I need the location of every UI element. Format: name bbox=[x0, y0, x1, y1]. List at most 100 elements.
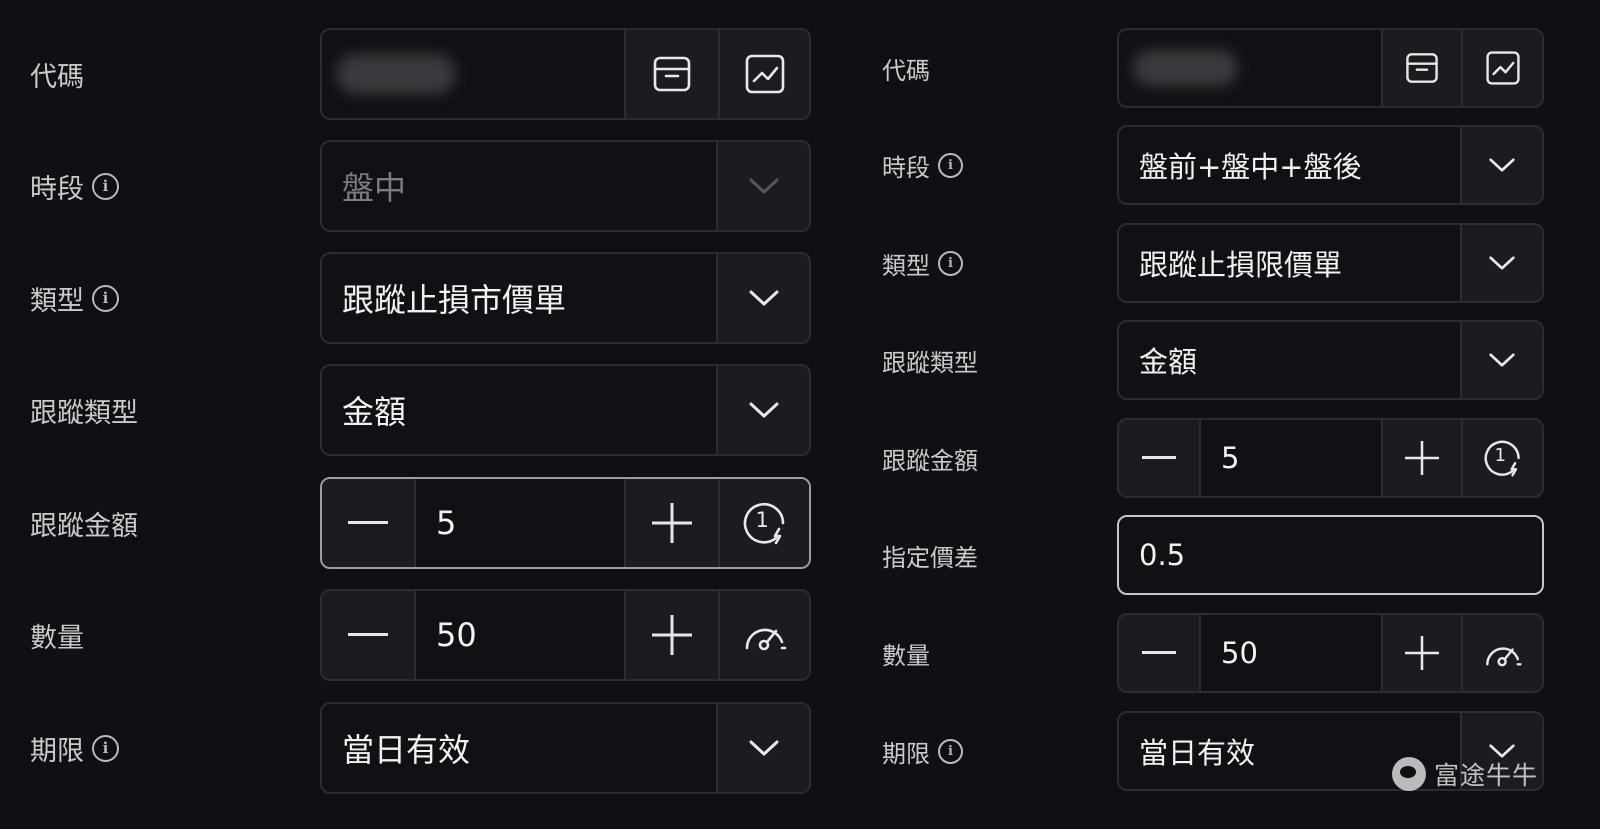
type-label: 類型 i bbox=[30, 252, 119, 344]
step-one-icon: 1 bbox=[743, 501, 787, 545]
info-icon[interactable]: i bbox=[92, 284, 119, 312]
plus-icon bbox=[1405, 636, 1439, 670]
trail-amount-label: 跟蹤金額 bbox=[882, 418, 978, 498]
store-button[interactable] bbox=[1381, 30, 1461, 106]
chevron-down-icon bbox=[748, 176, 780, 196]
minus-icon bbox=[1142, 651, 1176, 655]
gauge-icon bbox=[742, 618, 788, 652]
code-field[interactable] bbox=[1117, 28, 1544, 108]
watermark: 富途牛牛 bbox=[1392, 756, 1538, 792]
type-value: 跟蹤止損市價單 bbox=[322, 254, 718, 342]
quantity-input[interactable]: 50 bbox=[416, 591, 624, 679]
type-select[interactable]: 跟蹤止損市價單 bbox=[320, 252, 811, 344]
type-row: 類型 i 跟蹤止損市價單 bbox=[0, 252, 830, 344]
validity-select[interactable]: 當日有效 bbox=[320, 702, 811, 794]
trail-type-value: 金額 bbox=[322, 366, 718, 454]
chart-button[interactable] bbox=[718, 30, 809, 118]
session-dropdown-button[interactable] bbox=[1462, 127, 1542, 203]
validity-row: 期限 i 當日有效 bbox=[0, 702, 830, 794]
code-input[interactable] bbox=[1119, 30, 1381, 106]
trail-type-dropdown-button[interactable] bbox=[1462, 322, 1542, 398]
quantity-label: 數量 bbox=[882, 613, 930, 693]
type-label-text: 類型 bbox=[882, 251, 930, 280]
trail-amount-stepper[interactable]: 5 1 bbox=[320, 477, 811, 569]
chart-button[interactable] bbox=[1461, 30, 1542, 106]
decrement-button[interactable] bbox=[322, 479, 416, 567]
type-label-text: 類型 bbox=[30, 285, 84, 317]
quantity-input[interactable]: 50 bbox=[1201, 615, 1381, 691]
decrement-button[interactable] bbox=[1119, 615, 1201, 691]
type-label: 類型 i bbox=[882, 223, 963, 303]
increment-button[interactable] bbox=[624, 479, 718, 567]
quick-step-button[interactable]: 1 bbox=[718, 479, 809, 567]
increment-button[interactable] bbox=[624, 591, 718, 679]
session-label: 時段 i bbox=[30, 140, 119, 232]
code-field[interactable] bbox=[320, 28, 811, 120]
session-dropdown-button[interactable] bbox=[718, 142, 809, 230]
session-select[interactable]: 盤中 bbox=[320, 140, 811, 232]
validity-label-text: 期限 bbox=[882, 739, 930, 768]
futu-logo-icon bbox=[1392, 757, 1426, 791]
trail-amount-label-text: 跟蹤金額 bbox=[882, 446, 978, 475]
plus-icon bbox=[652, 615, 692, 655]
gauge-icon bbox=[1483, 638, 1523, 668]
session-label: 時段 i bbox=[882, 125, 963, 205]
info-icon[interactable]: i bbox=[92, 172, 119, 200]
info-icon[interactable]: i bbox=[938, 152, 963, 178]
session-value: 盤前+盤中+盤後 bbox=[1119, 127, 1462, 203]
quantity-stepper[interactable]: 50 bbox=[320, 589, 811, 681]
validity-label-text: 期限 bbox=[30, 735, 84, 767]
session-label-text: 時段 bbox=[882, 153, 930, 182]
code-label-text: 代碼 bbox=[30, 61, 84, 93]
increment-button[interactable] bbox=[1381, 420, 1461, 496]
decrement-button[interactable] bbox=[1119, 420, 1201, 496]
redacted-code bbox=[1133, 50, 1238, 86]
code-label-text: 代碼 bbox=[882, 56, 930, 85]
trail-type-label: 跟蹤類型 bbox=[882, 320, 978, 400]
store-button[interactable] bbox=[624, 30, 718, 118]
store-icon bbox=[1404, 50, 1440, 86]
plus-icon bbox=[1405, 441, 1439, 475]
max-quantity-button[interactable] bbox=[1461, 615, 1542, 691]
spread-input[interactable]: 0.5 bbox=[1119, 517, 1542, 593]
session-row: 時段 i 盤中 bbox=[0, 140, 830, 232]
validity-dropdown-button[interactable] bbox=[718, 704, 809, 792]
trail-amount-stepper[interactable]: 5 1 bbox=[1117, 418, 1544, 498]
max-quantity-button[interactable] bbox=[718, 591, 809, 679]
decrement-button[interactable] bbox=[322, 591, 416, 679]
chart-icon bbox=[1485, 50, 1521, 86]
quantity-label-text: 數量 bbox=[882, 641, 930, 670]
minus-icon bbox=[348, 633, 388, 637]
trail-type-dropdown-button[interactable] bbox=[718, 366, 809, 454]
session-select[interactable]: 盤前+盤中+盤後 bbox=[1117, 125, 1544, 205]
trail-type-label-text: 跟蹤類型 bbox=[30, 397, 138, 429]
quick-step-button[interactable]: 1 bbox=[1461, 420, 1542, 496]
trail-type-select[interactable]: 金額 bbox=[1117, 320, 1544, 400]
quantity-row: 數量 50 bbox=[0, 589, 830, 681]
trail-amount-row: 跟蹤金額 5 1 bbox=[850, 418, 1600, 498]
code-input[interactable] bbox=[322, 30, 624, 118]
validity-label: 期限 i bbox=[882, 711, 963, 791]
trail-type-label: 跟蹤類型 bbox=[30, 364, 138, 456]
spread-input-field[interactable]: 0.5 bbox=[1117, 515, 1544, 595]
type-dropdown-button[interactable] bbox=[1462, 225, 1542, 301]
trail-amount-input[interactable]: 5 bbox=[416, 479, 624, 567]
watermark-text: 富途牛牛 bbox=[1434, 761, 1539, 790]
spread-label-text: 指定價差 bbox=[882, 543, 978, 572]
info-icon[interactable]: i bbox=[92, 734, 119, 762]
step-one-digit: 1 bbox=[755, 508, 769, 532]
session-label-text: 時段 bbox=[30, 173, 84, 205]
code-row: 代碼 bbox=[0, 28, 830, 120]
trail-amount-input[interactable]: 5 bbox=[1201, 420, 1381, 496]
type-select[interactable]: 跟蹤止損限價單 bbox=[1117, 223, 1544, 303]
increment-button[interactable] bbox=[1381, 615, 1461, 691]
step-one-icon: 1 bbox=[1484, 439, 1522, 477]
type-value: 跟蹤止損限價單 bbox=[1119, 225, 1462, 301]
info-icon[interactable]: i bbox=[938, 738, 963, 764]
type-dropdown-button[interactable] bbox=[718, 254, 809, 342]
trail-type-row: 跟蹤類型 金額 bbox=[850, 320, 1600, 400]
trail-type-select[interactable]: 金額 bbox=[320, 364, 811, 456]
quantity-stepper[interactable]: 50 bbox=[1117, 613, 1544, 693]
info-icon[interactable]: i bbox=[938, 250, 963, 276]
trail-amount-label-text: 跟蹤金額 bbox=[30, 510, 138, 542]
